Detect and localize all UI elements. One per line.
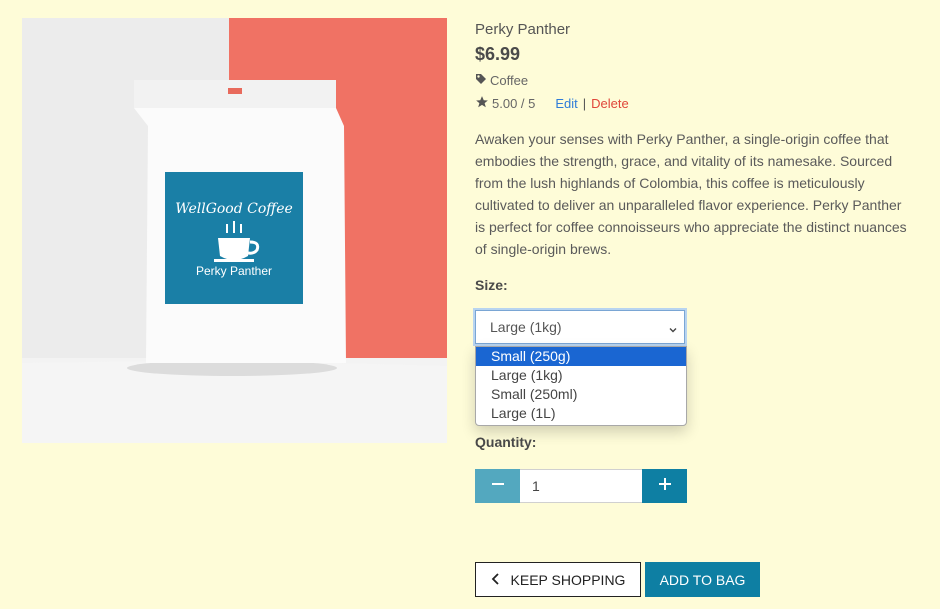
size-option-large-1l[interactable]: Large (1L) — [476, 404, 686, 423]
edit-link[interactable]: Edit — [555, 96, 577, 111]
category-row: Coffee — [475, 73, 528, 88]
size-option-small-250ml[interactable]: Small (250ml) — [476, 385, 686, 404]
product-image: WellGood Coffee Perky Panther — [22, 18, 447, 443]
size-dropdown-list: Small (250g) Large (1kg) Small (250ml) L… — [475, 346, 687, 426]
link-separator: | — [582, 96, 587, 111]
tag-icon — [475, 73, 487, 88]
bag-brand-text: WellGood Coffee — [175, 201, 293, 217]
size-label: Size: — [475, 277, 508, 293]
rating-row: 5.00 / 5 Edit | Delete — [475, 95, 629, 112]
size-select[interactable]: Large (1kg) — [473, 308, 687, 346]
keep-shopping-label: KEEP SHOPPING — [510, 571, 626, 588]
category-label[interactable]: Coffee — [490, 73, 528, 88]
quantity-input[interactable]: 1 — [520, 469, 642, 503]
add-to-bag-button[interactable]: ADD TO BAG — [645, 562, 760, 597]
product-description: Awaken your senses with Perky Panther, a… — [475, 131, 907, 257]
bag-product-text: Perky Panther — [196, 264, 272, 278]
chevron-down-icon — [668, 322, 678, 338]
size-option-large-1kg[interactable]: Large (1kg) — [476, 366, 686, 385]
minus-icon — [491, 477, 505, 496]
quantity-increment-button[interactable] — [642, 469, 687, 503]
rating-value: 5.00 / 5 — [492, 96, 536, 111]
keep-shopping-button[interactable]: KEEP SHOPPING — [475, 562, 641, 597]
star-icon — [475, 95, 489, 112]
delete-link[interactable]: Delete — [591, 96, 629, 111]
size-select-value: Large (1kg) — [490, 319, 562, 335]
plus-icon — [658, 477, 672, 496]
product-name: Perky Panther — [475, 21, 571, 38]
coffee-bag-illustration: WellGood Coffee Perky Panther — [22, 18, 447, 443]
size-option-small-250g[interactable]: Small (250g) — [476, 347, 686, 366]
quantity-decrement-button[interactable] — [475, 469, 520, 503]
quantity-label: Quantity: — [475, 434, 537, 450]
chevron-left-icon — [491, 572, 501, 588]
product-price: $6.99 — [475, 44, 521, 64]
